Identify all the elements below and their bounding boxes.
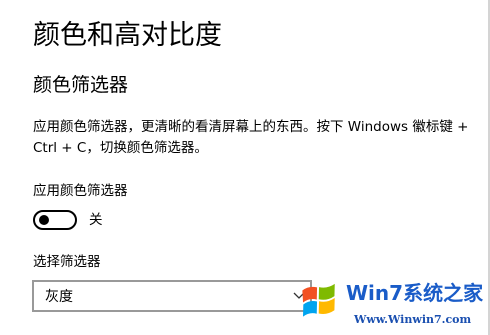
settings-page: 颜色和高对比度 颜色筛选器 应用颜色筛选器，更清晰的看清屏幕上的东西。按下 Wi… <box>0 0 490 335</box>
watermark-url: Www.Winwin7.com <box>354 313 472 326</box>
toggle-knob <box>39 215 49 225</box>
filter-select-dropdown[interactable]: 灰度 <box>32 280 312 312</box>
select-filter-label: 选择筛选器 <box>33 254 101 270</box>
apply-color-filter-label: 应用颜色筛选器 <box>33 183 128 199</box>
filter-select-value: 灰度 <box>45 289 73 305</box>
toggle-state-label: 关 <box>89 212 103 228</box>
apply-color-filter-toggle[interactable] <box>33 210 77 230</box>
windows-logo-icon <box>302 283 335 317</box>
page-title: 颜色和高对比度 <box>33 20 222 51</box>
color-filter-description: 应用颜色筛选器，更清晰的看清屏幕上的东西。按下 Windows 徽标键 + Ct… <box>33 119 469 156</box>
watermark-brand: Win7系统之家 <box>346 281 484 305</box>
watermark: Win7系统之家 Www.Winwin7.com <box>296 274 490 335</box>
color-filter-section-title: 颜色筛选器 <box>33 74 129 96</box>
